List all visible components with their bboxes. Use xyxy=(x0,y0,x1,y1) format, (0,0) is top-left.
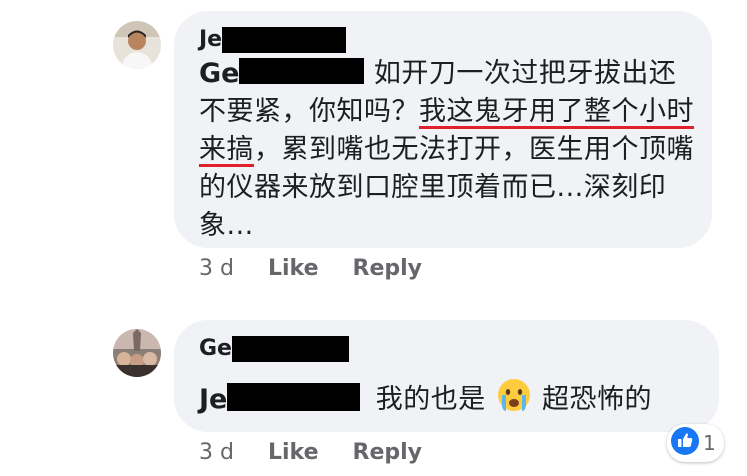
like-button[interactable]: Like xyxy=(268,440,319,465)
reply-button[interactable]: Reply xyxy=(353,256,423,281)
redacted-name-block xyxy=(222,27,347,53)
comment-text-part1: 我的也是 xyxy=(375,384,486,415)
author-name[interactable]: Ge xyxy=(199,336,232,362)
redacted-name-block xyxy=(231,336,349,362)
mention-link[interactable]: Ge xyxy=(199,58,374,89)
timestamp[interactable]: 3 d xyxy=(199,256,234,281)
redacted-mention-block xyxy=(239,58,365,84)
comment-text-part2: 超恐怖的 xyxy=(541,384,652,415)
redacted-mention-block xyxy=(227,383,361,411)
mention-link[interactable]: Je xyxy=(199,383,370,415)
comment-author[interactable]: Ge xyxy=(199,336,349,362)
comment-author[interactable]: Je xyxy=(199,27,347,53)
commenter-avatar[interactable] xyxy=(113,329,161,377)
crying-face-emoji xyxy=(497,378,531,423)
like-button[interactable]: Like xyxy=(268,256,319,281)
timestamp[interactable]: 3 d xyxy=(199,440,234,465)
commenter-avatar[interactable] xyxy=(113,21,161,69)
comment-text-part2: ，累到嘴也无法打开，医生用个顶嘴的仪器来放到口腔里顶着而已...深刻印象... xyxy=(199,134,694,241)
reply-button[interactable]: Reply xyxy=(353,440,423,465)
comment-text: Je 我的也是 超恐怖的 xyxy=(199,378,709,423)
mention-name[interactable]: Ge xyxy=(199,58,239,89)
reaction-count: 1 xyxy=(703,431,716,455)
reaction-summary[interactable]: 1 xyxy=(667,424,724,462)
author-name[interactable]: Je xyxy=(199,27,222,53)
thumbs-up-icon xyxy=(671,427,699,459)
comment-text: Ge 如开刀一次过把牙拔出还不要紧，你知吗？我这鬼牙用了整个小时来搞，累到嘴也无… xyxy=(199,55,694,245)
mention-name[interactable]: Je xyxy=(199,384,227,415)
comment-actions: 3 d Like Reply xyxy=(199,256,456,281)
comment-actions: 3 d Like Reply xyxy=(199,440,456,465)
